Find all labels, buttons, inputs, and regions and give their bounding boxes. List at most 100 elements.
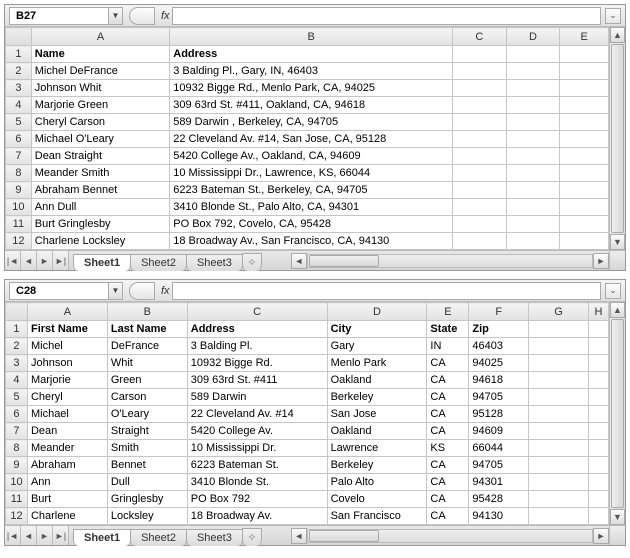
- cell[interactable]: San Francisco: [327, 508, 427, 525]
- cell[interactable]: Oakland: [327, 423, 427, 440]
- cell[interactable]: Whit: [107, 355, 187, 372]
- cell[interactable]: Dean: [27, 423, 107, 440]
- cell[interactable]: [588, 457, 608, 474]
- cell[interactable]: [453, 165, 507, 182]
- cell[interactable]: Michael: [27, 406, 107, 423]
- row-header[interactable]: 3: [6, 80, 32, 97]
- column-header[interactable]: F: [469, 303, 529, 321]
- cell[interactable]: 6223 Bateman St., Berkeley, CA, 94705: [170, 182, 453, 199]
- column-header[interactable]: H: [588, 303, 608, 321]
- cell[interactable]: [560, 114, 609, 131]
- row-header[interactable]: 3: [6, 355, 28, 372]
- cell[interactable]: [529, 508, 589, 525]
- row-header[interactable]: 11: [6, 491, 28, 508]
- cell[interactable]: [588, 355, 608, 372]
- cell[interactable]: 589 Darwin , Berkeley, CA, 94705: [170, 114, 453, 131]
- cell[interactable]: CA: [427, 355, 469, 372]
- cell[interactable]: [529, 321, 589, 338]
- tab-first-button[interactable]: |◄: [5, 526, 21, 545]
- scroll-thumb[interactable]: [309, 530, 379, 542]
- scroll-up-button[interactable]: ▲: [610, 27, 625, 43]
- row-header[interactable]: 9: [6, 457, 28, 474]
- cell[interactable]: [560, 216, 609, 233]
- cell[interactable]: [529, 474, 589, 491]
- cell[interactable]: [506, 233, 560, 250]
- cell[interactable]: Charlene Locksley: [31, 233, 170, 250]
- cell[interactable]: [506, 46, 560, 63]
- column-header[interactable]: E: [427, 303, 469, 321]
- cell[interactable]: [560, 131, 609, 148]
- scroll-down-button[interactable]: ▼: [610, 234, 625, 250]
- resize-grip[interactable]: [609, 526, 625, 545]
- column-header[interactable]: D: [327, 303, 427, 321]
- new-sheet-button[interactable]: ✧: [242, 253, 262, 271]
- cell[interactable]: Menlo Park: [327, 355, 427, 372]
- sheet-tab[interactable]: Sheet3: [186, 254, 243, 271]
- cell[interactable]: [453, 80, 507, 97]
- tab-prev-button[interactable]: ◄: [21, 251, 37, 270]
- row-header[interactable]: 1: [6, 46, 32, 63]
- cell[interactable]: [529, 440, 589, 457]
- cell[interactable]: [506, 131, 560, 148]
- cell[interactable]: IN: [427, 338, 469, 355]
- cell[interactable]: Dean Straight: [31, 148, 170, 165]
- cell[interactable]: CA: [427, 423, 469, 440]
- cell[interactable]: [453, 46, 507, 63]
- cell[interactable]: 6223 Bateman St.: [187, 457, 327, 474]
- row-header[interactable]: 2: [6, 338, 28, 355]
- cell[interactable]: Meander: [27, 440, 107, 457]
- cell[interactable]: 94618: [469, 372, 529, 389]
- cell[interactable]: [453, 199, 507, 216]
- cell[interactable]: [588, 491, 608, 508]
- row-header[interactable]: 8: [6, 440, 28, 457]
- cell[interactable]: Smith: [107, 440, 187, 457]
- cell[interactable]: Cheryl: [27, 389, 107, 406]
- cell[interactable]: 94705: [469, 457, 529, 474]
- cell[interactable]: CA: [427, 389, 469, 406]
- cell[interactable]: [588, 440, 608, 457]
- sheet-tab[interactable]: Sheet2: [130, 529, 187, 546]
- row-header[interactable]: 8: [6, 165, 32, 182]
- cell[interactable]: 46403: [469, 338, 529, 355]
- cell[interactable]: [506, 80, 560, 97]
- cell[interactable]: Ann Dull: [31, 199, 170, 216]
- cell[interactable]: 18 Broadway Av., San Francisco, CA, 9413…: [170, 233, 453, 250]
- cell[interactable]: Charlene: [27, 508, 107, 525]
- vertical-scrollbar[interactable]: ▲ ▼: [609, 27, 625, 250]
- cell[interactable]: PO Box 792, Covelo, CA, 95428: [170, 216, 453, 233]
- cell[interactable]: 3 Balding Pl., Gary, IN, 46403: [170, 63, 453, 80]
- cell[interactable]: [560, 182, 609, 199]
- cell[interactable]: Zip: [469, 321, 529, 338]
- cell[interactable]: Lawrence: [327, 440, 427, 457]
- cell[interactable]: Name: [31, 46, 170, 63]
- sheet-tab[interactable]: Sheet2: [130, 254, 187, 271]
- cell[interactable]: [588, 423, 608, 440]
- cell[interactable]: [560, 165, 609, 182]
- cell[interactable]: [588, 389, 608, 406]
- cell[interactable]: 10 Mississippi Dr.: [187, 440, 327, 457]
- tab-prev-button[interactable]: ◄: [21, 526, 37, 545]
- cell[interactable]: [529, 457, 589, 474]
- cell[interactable]: [529, 338, 589, 355]
- resize-grip[interactable]: [609, 251, 625, 270]
- cell[interactable]: 5420 College Av., Oakland, CA, 94609: [170, 148, 453, 165]
- column-header[interactable]: E: [560, 28, 609, 46]
- cell[interactable]: 94609: [469, 423, 529, 440]
- cell[interactable]: Gary: [327, 338, 427, 355]
- tab-last-button[interactable]: ►|: [53, 526, 69, 545]
- cell[interactable]: O'Leary: [107, 406, 187, 423]
- column-header[interactable]: C: [453, 28, 507, 46]
- cell[interactable]: 22 Cleveland Av. #14: [187, 406, 327, 423]
- cell[interactable]: CA: [427, 491, 469, 508]
- column-header[interactable]: D: [506, 28, 560, 46]
- cell[interactable]: [588, 474, 608, 491]
- cell[interactable]: 94301: [469, 474, 529, 491]
- cell[interactable]: [560, 148, 609, 165]
- scroll-down-button[interactable]: ▼: [610, 509, 625, 525]
- row-header[interactable]: 12: [6, 233, 32, 250]
- scroll-up-button[interactable]: ▲: [610, 302, 625, 318]
- cell[interactable]: Bennet: [107, 457, 187, 474]
- cell[interactable]: [506, 148, 560, 165]
- row-header[interactable]: 10: [6, 199, 32, 216]
- cell[interactable]: [506, 114, 560, 131]
